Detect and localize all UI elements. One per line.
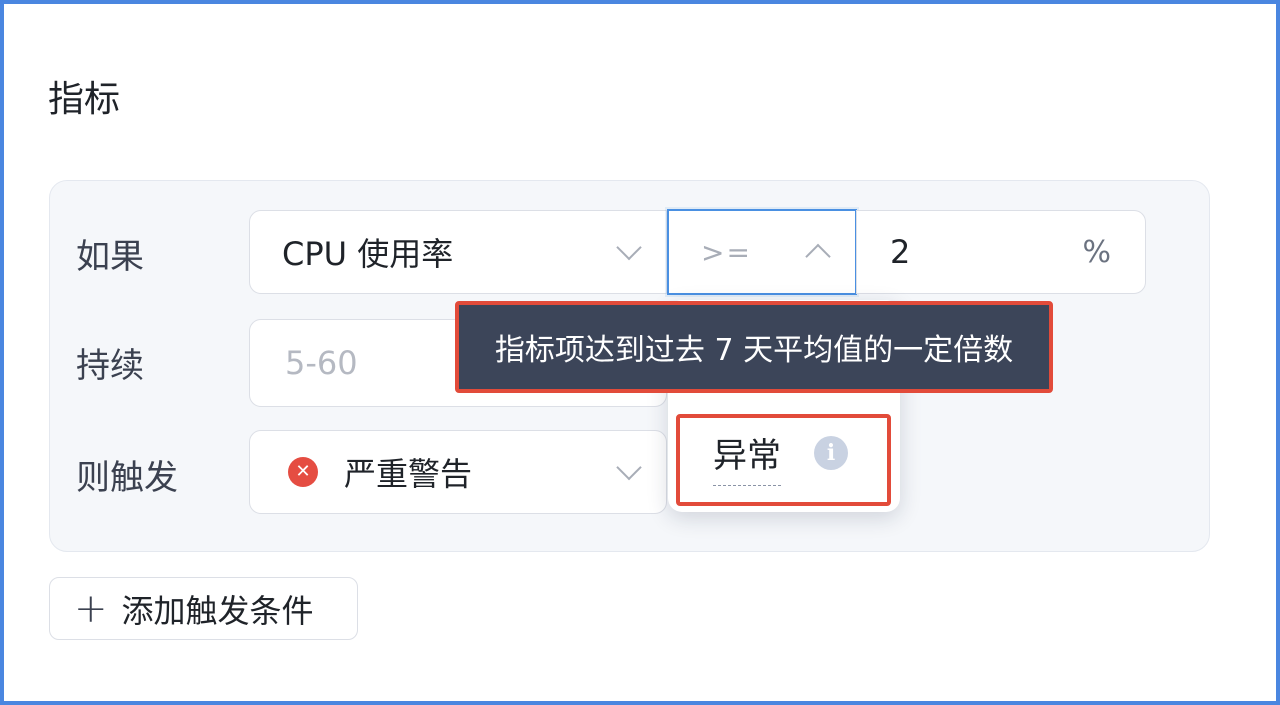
add-trigger-label: 添加触发条件 [121,591,314,630]
operator-select[interactable]: >= [667,209,857,295]
chevron-up-icon [805,243,831,270]
dropdown-option-anomaly[interactable]: 异常 [713,428,781,486]
error-circle-icon: ✕ [288,457,318,487]
add-trigger-condition-button[interactable]: + 添加触发条件 [49,577,358,640]
if-label: 如果 [76,237,144,277]
duration-placeholder: 5-60 [285,344,358,382]
section-title: 指标 [48,79,121,120]
chevron-down-icon [616,454,642,481]
tooltip-text: 指标项达到过去 7 天平均值的一定倍数 [494,333,1014,368]
plus-icon: + [74,585,108,632]
percent-unit: % [1082,234,1111,270]
metric-value: CPU 使用率 [282,235,454,273]
operator-placeholder: >= [701,235,752,269]
trigger-label: 则触发 [76,458,178,498]
severity-value: 严重警告 [344,455,473,493]
info-icon[interactable]: i [814,436,848,470]
metric-select[interactable]: CPU 使用率 [249,210,667,294]
severity-select[interactable]: ✕ 严重警告 [249,430,667,514]
duration-label: 持续 [76,346,144,386]
anomaly-tooltip: 指标项达到过去 7 天平均值的一定倍数 [455,301,1053,393]
chevron-down-icon [616,234,642,261]
threshold-value: 2 [890,233,911,271]
dropdown-option-anomaly-highlight [676,414,891,506]
threshold-input[interactable]: 2 % [856,210,1146,294]
